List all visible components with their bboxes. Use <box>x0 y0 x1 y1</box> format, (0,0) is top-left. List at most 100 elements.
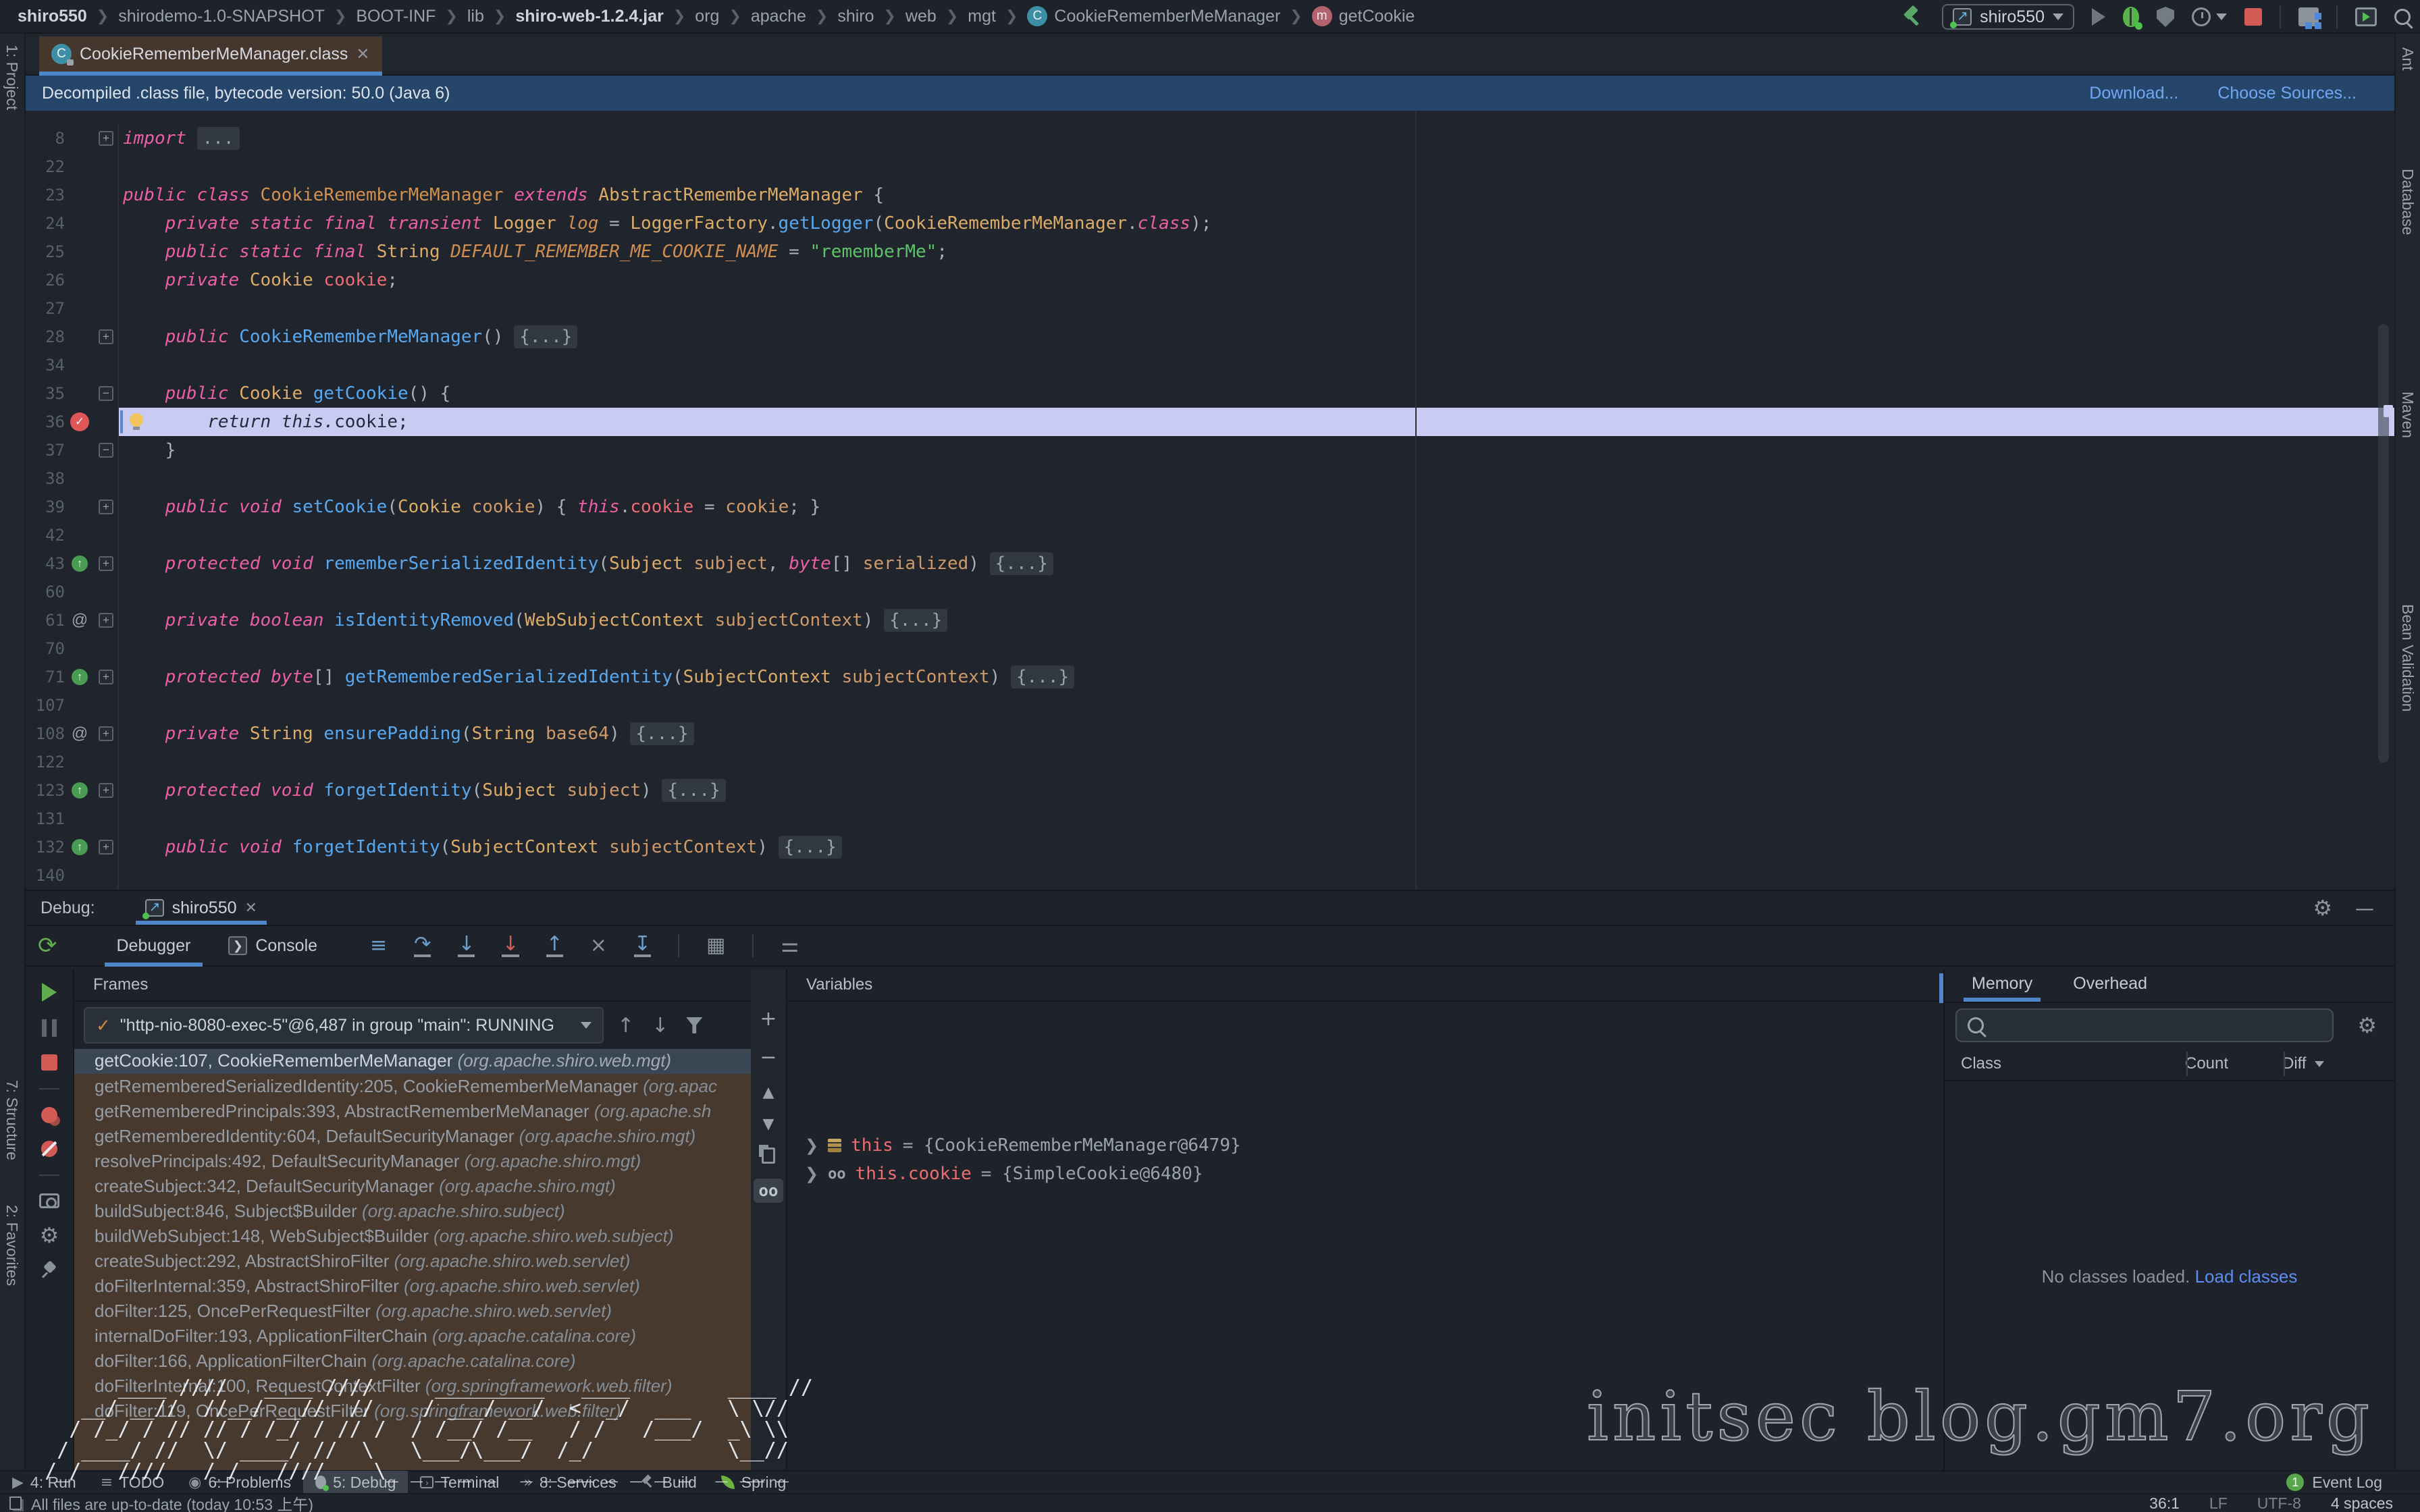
stop-button[interactable] <box>2244 8 2262 26</box>
code-text[interactable]: public void forgetIdentity(SubjectContex… <box>119 833 2394 861</box>
gutter[interactable]: @ <box>65 611 95 630</box>
column-diff[interactable]: Diff <box>2269 1054 2324 1073</box>
profiler-button[interactable] <box>2192 7 2227 26</box>
memory-search-input[interactable] <box>1955 1008 2334 1042</box>
editor-scrollbar[interactable] <box>2378 324 2389 763</box>
toolwindow-button-build[interactable]: Build <box>629 1471 709 1494</box>
build-hammer-icon[interactable] <box>1901 5 1924 28</box>
code-editor[interactable]: 8+import ...2223public class CookieRemem… <box>26 111 2394 890</box>
stripe-item-maven[interactable]: Maven <box>2398 392 2417 438</box>
toolwindow-button-terminal[interactable]: ›Terminal <box>408 1471 511 1494</box>
frame-row[interactable]: doFilter:166, ApplicationFilterChain (or… <box>74 1349 751 1374</box>
evaluate-expression-icon[interactable]: ▦ <box>706 936 725 956</box>
close-icon[interactable]: ✕ <box>245 899 257 917</box>
thread-dump-icon[interactable] <box>39 1193 59 1208</box>
code-text[interactable] <box>119 691 2394 720</box>
fold-icon[interactable]: + <box>99 329 113 344</box>
variable-row[interactable]: ❯this = {CookieRememberMeManager@6479} <box>787 1131 1943 1160</box>
chevron-right-icon[interactable]: ❯ <box>805 1164 818 1184</box>
tab-debugger[interactable]: Debugger <box>105 925 203 967</box>
frame-row[interactable]: doFilterInternal:359, AbstractShiroFilte… <box>74 1274 751 1299</box>
prev-frame-icon[interactable]: ↑ <box>617 1014 634 1037</box>
frame-row[interactable]: createSubject:342, DefaultSecurityManage… <box>74 1174 751 1199</box>
fold-icon[interactable]: + <box>99 840 113 855</box>
code-text[interactable]: private String ensurePadding(String base… <box>119 720 2394 748</box>
stripe-item-7-structure[interactable]: 7: Structure <box>3 1080 21 1160</box>
code-text[interactable] <box>119 748 2394 776</box>
overrides-method-icon[interactable]: ↑ <box>72 556 88 572</box>
tab-console[interactable]: ❯ Console <box>216 925 330 967</box>
run-anything-icon[interactable] <box>2355 7 2377 26</box>
toolwindow-button-problems[interactable]: ◉6: Problems <box>176 1471 303 1494</box>
settings-gear-icon[interactable]: ⚙ <box>40 1226 59 1245</box>
fold-icon[interactable]: + <box>99 783 113 798</box>
breadcrumb-item[interactable]: org <box>695 7 719 26</box>
breadcrumb-item[interactable]: CCookieRememberMeManager <box>1027 6 1280 26</box>
code-text[interactable]: } <box>119 436 2394 464</box>
gutter[interactable]: ↑ <box>65 782 95 799</box>
tab-overhead[interactable]: Overhead <box>2073 974 2147 1002</box>
overrides-method-icon[interactable]: ↑ <box>72 669 88 685</box>
show-watches-icon[interactable]: oo <box>754 1179 784 1203</box>
search-icon[interactable] <box>2394 9 2411 25</box>
fold-gutter[interactable]: + <box>95 776 119 805</box>
fold-gutter[interactable]: + <box>95 833 119 861</box>
fold-gutter[interactable]: + <box>95 124 119 153</box>
breadcrumb-item[interactable]: shiro <box>837 7 874 26</box>
toolwindow-button-debug[interactable]: 5: Debug <box>303 1471 408 1494</box>
step-over-icon[interactable]: ↷ <box>414 934 431 957</box>
add-watch-icon[interactable]: + <box>760 1007 777 1031</box>
close-icon[interactable]: ✕ <box>356 45 369 64</box>
frame-row[interactable]: getRememberedPrincipals:393, AbstractRem… <box>74 1099 751 1124</box>
editor-tab[interactable]: C CookieRememberMeManager.class ✕ <box>39 36 382 72</box>
stop-icon[interactable] <box>41 1054 57 1071</box>
fold-icon[interactable]: + <box>99 500 113 514</box>
stripe-item-1-project[interactable]: 1: Project <box>3 45 21 110</box>
step-into-icon[interactable]: ↓ <box>458 934 475 957</box>
stripe-item-2-favorites[interactable]: 2: Favorites <box>3 1205 21 1286</box>
indent-setting[interactable]: 4 spaces <box>2331 1494 2393 1512</box>
code-text[interactable] <box>119 861 2394 890</box>
code-text[interactable] <box>119 351 2394 379</box>
breadcrumb-item[interactable]: shiro550 <box>18 7 87 26</box>
code-text[interactable]: private Cookie cookie; <box>119 266 2394 294</box>
pause-icon[interactable] <box>42 1019 57 1037</box>
frame-row[interactable]: resolvePrincipals:492, DefaultSecurityMa… <box>74 1149 751 1174</box>
toolwindow-button-todo[interactable]: ≡TODO <box>88 1471 176 1494</box>
choose-sources-link[interactable]: Choose Sources... <box>2217 84 2357 103</box>
variable-row[interactable]: ❯oothis.cookie = {SimpleCookie@6480} <box>787 1160 1943 1188</box>
gutter[interactable]: ↑ <box>65 839 95 855</box>
code-text[interactable]: public CookieRememberMeManager() {...} <box>119 323 2394 351</box>
code-text[interactable] <box>119 521 2394 549</box>
fold-icon[interactable]: + <box>99 726 113 741</box>
load-classes-link[interactable]: Load classes <box>2195 1266 2298 1287</box>
code-text[interactable]: public Cookie getCookie() { <box>119 379 2394 408</box>
rerun-icon[interactable]: ⟳ <box>38 932 57 959</box>
frame-row[interactable]: doFilterInternal:100, RequestContextFilt… <box>74 1374 751 1399</box>
frame-row[interactable]: doFilter:119, OncePerRequestFilter (org.… <box>74 1399 751 1424</box>
stripe-item-ant[interactable]: Ant <box>2398 47 2417 71</box>
run-to-cursor-icon[interactable]: ↧ <box>634 934 651 957</box>
breadcrumb-item[interactable]: apache <box>751 7 806 26</box>
threads-view-icon[interactable]: ≡ <box>370 936 387 956</box>
stripe-item-database[interactable]: Database <box>2398 169 2417 235</box>
stripe-item-bean-validation[interactable]: Bean Validation <box>2398 604 2417 711</box>
sync-status-icon[interactable] <box>9 1496 22 1510</box>
frame-row[interactable]: doFilter:125, OncePerRequestFilter (org.… <box>74 1299 751 1324</box>
frame-row[interactable]: getRememberedIdentity:604, DefaultSecuri… <box>74 1124 751 1149</box>
toolwindow-button-services[interactable]: »8: Services <box>511 1471 628 1494</box>
debug-button[interactable] <box>2123 7 2139 27</box>
toolwindow-button-spring[interactable]: Spring <box>709 1471 798 1494</box>
move-down-icon[interactable]: ▼ <box>763 1116 774 1133</box>
code-text[interactable]: public void setCookie(Cookie cookie) { t… <box>119 493 2394 521</box>
intention-bulb-icon[interactable] <box>130 413 143 427</box>
event-log-button[interactable]: 1 Event Log <box>2286 1474 2382 1492</box>
breadcrumb-item[interactable]: BOOT-INF <box>356 7 436 26</box>
breadcrumb-item[interactable]: web <box>905 7 937 26</box>
frame-row[interactable]: createSubject:292, AbstractShiroFilter (… <box>74 1249 751 1274</box>
memory-settings-icon[interactable]: ⚙ <box>2357 1016 2377 1035</box>
next-frame-icon[interactable]: ↓ <box>652 1014 668 1037</box>
move-up-icon[interactable]: ▲ <box>763 1084 774 1101</box>
step-out-icon[interactable]: ↑ <box>546 934 563 957</box>
frame-row[interactable]: getCookie:107, CookieRememberMeManager (… <box>74 1049 751 1074</box>
